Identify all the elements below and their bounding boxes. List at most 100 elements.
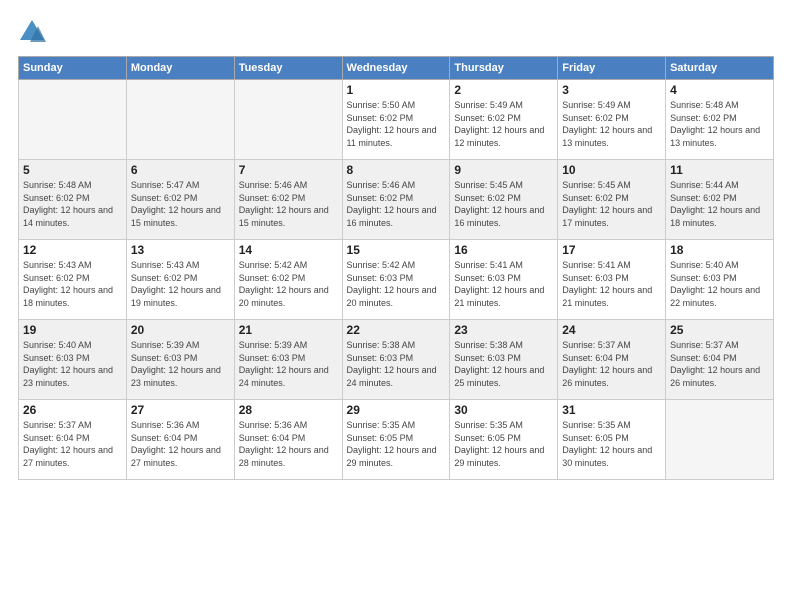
- calendar-cell: 14Sunrise: 5:42 AM Sunset: 6:02 PM Dayli…: [234, 240, 342, 320]
- calendar-cell: 10 Sunrise: 5:45 AM Sunset: 6:02 PM Dayli…: [558, 160, 666, 240]
- calendar-cell: [126, 80, 234, 160]
- day-info: Sunrise: 5:37 AM Sunset: 6:04 PM Dayligh…: [562, 339, 661, 389]
- calendar-cell: 29 Sunrise: 5:35 AM Sunset: 6:05 PM Dayli…: [342, 400, 450, 480]
- col-header-tuesday: Tuesday: [234, 57, 342, 80]
- day-info: Sunrise: 5:38 AM Sunset: 6:03 PM Dayligh…: [454, 339, 553, 389]
- day-number: 3: [562, 83, 661, 97]
- day-info: Sunrise: 5:36 AM Sunset: 6:04 PM Dayligh…: [239, 419, 338, 469]
- calendar-table: SundayMondayTuesdayWednesdayThursdayFrid…: [18, 56, 774, 480]
- calendar-cell: 30Sunrise: 5:35 AM Sunset: 6:05 PM Dayli…: [450, 400, 558, 480]
- calendar-cell: 4Sunrise: 5:48 AM Sunset: 6:02 PM Daylig…: [666, 80, 774, 160]
- day-info: Sunrise: 5:43 AM Sunset: 6:02 PM Dayligh…: [23, 259, 122, 309]
- day-info: Sunrise: 5:35 AM Sunset: 6:05 PM Dayligh…: [562, 419, 661, 469]
- calendar-cell: 26 Sunrise: 5:37 AM Sunset: 6:04 PM Dayli…: [19, 400, 127, 480]
- day-number: 26: [23, 403, 122, 417]
- logo-icon: [18, 18, 46, 46]
- calendar-cell: 8 Sunrise: 5:46 AM Sunset: 6:02 PM Daylig…: [342, 160, 450, 240]
- day-number: 24: [562, 323, 661, 337]
- day-info: Sunrise: 5:42 AM Sunset: 6:02 PM Dayligh…: [239, 259, 338, 309]
- calendar-cell: 16 Sunrise: 5:41 AM Sunset: 6:03 PM Dayli…: [450, 240, 558, 320]
- calendar-cell: 18 Sunrise: 5:40 AM Sunset: 6:03 PM Dayli…: [666, 240, 774, 320]
- day-number: 27: [131, 403, 230, 417]
- day-info: Sunrise: 5:39 AM Sunset: 6:03 PM Dayligh…: [239, 339, 338, 389]
- week-row-2: 5 Sunrise: 5:48 AM Sunset: 6:02 PM Daylig…: [19, 160, 774, 240]
- page: SundayMondayTuesdayWednesdayThursdayFrid…: [0, 0, 792, 612]
- day-info: Sunrise: 5:41 AM Sunset: 6:03 PM Dayligh…: [562, 259, 661, 309]
- day-info: Sunrise: 5:37 AM Sunset: 6:04 PM Dayligh…: [23, 419, 122, 469]
- col-header-monday: Monday: [126, 57, 234, 80]
- day-info: Sunrise: 5:40 AM Sunset: 6:03 PM Dayligh…: [23, 339, 122, 389]
- day-number: 17: [562, 243, 661, 257]
- calendar-cell: 25 Sunrise: 5:37 AM Sunset: 6:04 PM Dayli…: [666, 320, 774, 400]
- day-info: Sunrise: 5:46 AM Sunset: 6:02 PM Dayligh…: [347, 179, 446, 229]
- day-info: Sunrise: 5:43 AM Sunset: 6:02 PM Dayligh…: [131, 259, 230, 309]
- calendar-cell: 27 Sunrise: 5:36 AM Sunset: 6:04 PM Dayli…: [126, 400, 234, 480]
- calendar-cell: 3 Sunrise: 5:49 AM Sunset: 6:02 PM Daylig…: [558, 80, 666, 160]
- day-info: Sunrise: 5:41 AM Sunset: 6:03 PM Dayligh…: [454, 259, 553, 309]
- day-number: 29: [347, 403, 446, 417]
- day-info: Sunrise: 5:45 AM Sunset: 6:02 PM Dayligh…: [454, 179, 553, 229]
- day-number: 21: [239, 323, 338, 337]
- day-number: 4: [670, 83, 769, 97]
- day-info: Sunrise: 5:50 AM Sunset: 6:02 PM Dayligh…: [347, 99, 446, 149]
- day-info: Sunrise: 5:36 AM Sunset: 6:04 PM Dayligh…: [131, 419, 230, 469]
- calendar-cell: 24 Sunrise: 5:37 AM Sunset: 6:04 PM Dayli…: [558, 320, 666, 400]
- day-number: 1: [347, 83, 446, 97]
- col-header-sunday: Sunday: [19, 57, 127, 80]
- day-info: Sunrise: 5:44 AM Sunset: 6:02 PM Dayligh…: [670, 179, 769, 229]
- day-number: 20: [131, 323, 230, 337]
- calendar-cell: 5 Sunrise: 5:48 AM Sunset: 6:02 PM Daylig…: [19, 160, 127, 240]
- calendar-cell: 13 Sunrise: 5:43 AM Sunset: 6:02 PM Dayli…: [126, 240, 234, 320]
- day-number: 11: [670, 163, 769, 177]
- col-header-friday: Friday: [558, 57, 666, 80]
- day-number: 7: [239, 163, 338, 177]
- col-header-wednesday: Wednesday: [342, 57, 450, 80]
- col-header-saturday: Saturday: [666, 57, 774, 80]
- day-number: 18: [670, 243, 769, 257]
- calendar-cell: 11 Sunrise: 5:44 AM Sunset: 6:02 PM Dayli…: [666, 160, 774, 240]
- calendar-cell: 6 Sunrise: 5:47 AM Sunset: 6:02 PM Daylig…: [126, 160, 234, 240]
- day-info: Sunrise: 5:49 AM Sunset: 6:02 PM Dayligh…: [454, 99, 553, 149]
- day-info: Sunrise: 5:38 AM Sunset: 6:03 PM Dayligh…: [347, 339, 446, 389]
- day-number: 2: [454, 83, 553, 97]
- day-number: 28: [239, 403, 338, 417]
- day-info: Sunrise: 5:35 AM Sunset: 6:05 PM Dayligh…: [454, 419, 553, 469]
- day-number: 19: [23, 323, 122, 337]
- calendar-cell: [234, 80, 342, 160]
- day-info: Sunrise: 5:48 AM Sunset: 6:02 PM Dayligh…: [23, 179, 122, 229]
- day-number: 13: [131, 243, 230, 257]
- day-number: 15: [347, 243, 446, 257]
- calendar-cell: 15Sunrise: 5:42 AM Sunset: 6:03 PM Dayli…: [342, 240, 450, 320]
- calendar-cell: 22 Sunrise: 5:38 AM Sunset: 6:03 PM Dayli…: [342, 320, 450, 400]
- day-info: Sunrise: 5:47 AM Sunset: 6:02 PM Dayligh…: [131, 179, 230, 229]
- day-info: Sunrise: 5:46 AM Sunset: 6:02 PM Dayligh…: [239, 179, 338, 229]
- calendar-cell: 1 Sunrise: 5:50 AM Sunset: 6:02 PM Daylig…: [342, 80, 450, 160]
- day-number: 9: [454, 163, 553, 177]
- day-number: 6: [131, 163, 230, 177]
- day-number: 16: [454, 243, 553, 257]
- day-number: 10: [562, 163, 661, 177]
- day-info: Sunrise: 5:45 AM Sunset: 6:02 PM Dayligh…: [562, 179, 661, 229]
- day-number: 22: [347, 323, 446, 337]
- calendar-cell: 28 Sunrise: 5:36 AM Sunset: 6:04 PM Dayli…: [234, 400, 342, 480]
- calendar-cell: 21 Sunrise: 5:39 AM Sunset: 6:03 PM Dayli…: [234, 320, 342, 400]
- day-number: 25: [670, 323, 769, 337]
- calendar-cell: 2 Sunrise: 5:49 AM Sunset: 6:02 PM Daylig…: [450, 80, 558, 160]
- header-row: SundayMondayTuesdayWednesdayThursdayFrid…: [19, 57, 774, 80]
- header: [18, 18, 774, 46]
- day-number: 31: [562, 403, 661, 417]
- day-number: 5: [23, 163, 122, 177]
- calendar-cell: [666, 400, 774, 480]
- calendar-cell: 20 Sunrise: 5:39 AM Sunset: 6:03 PM Dayli…: [126, 320, 234, 400]
- day-info: Sunrise: 5:49 AM Sunset: 6:02 PM Dayligh…: [562, 99, 661, 149]
- day-number: 23: [454, 323, 553, 337]
- week-row-4: 19 Sunrise: 5:40 AM Sunset: 6:03 PM Dayli…: [19, 320, 774, 400]
- day-info: Sunrise: 5:39 AM Sunset: 6:03 PM Dayligh…: [131, 339, 230, 389]
- calendar-cell: 23 Sunrise: 5:38 AM Sunset: 6:03 PM Dayli…: [450, 320, 558, 400]
- day-info: Sunrise: 5:40 AM Sunset: 6:03 PM Dayligh…: [670, 259, 769, 309]
- day-number: 8: [347, 163, 446, 177]
- day-info: Sunrise: 5:35 AM Sunset: 6:05 PM Dayligh…: [347, 419, 446, 469]
- col-header-thursday: Thursday: [450, 57, 558, 80]
- calendar-cell: 7 Sunrise: 5:46 AM Sunset: 6:02 PM Daylig…: [234, 160, 342, 240]
- day-info: Sunrise: 5:37 AM Sunset: 6:04 PM Dayligh…: [670, 339, 769, 389]
